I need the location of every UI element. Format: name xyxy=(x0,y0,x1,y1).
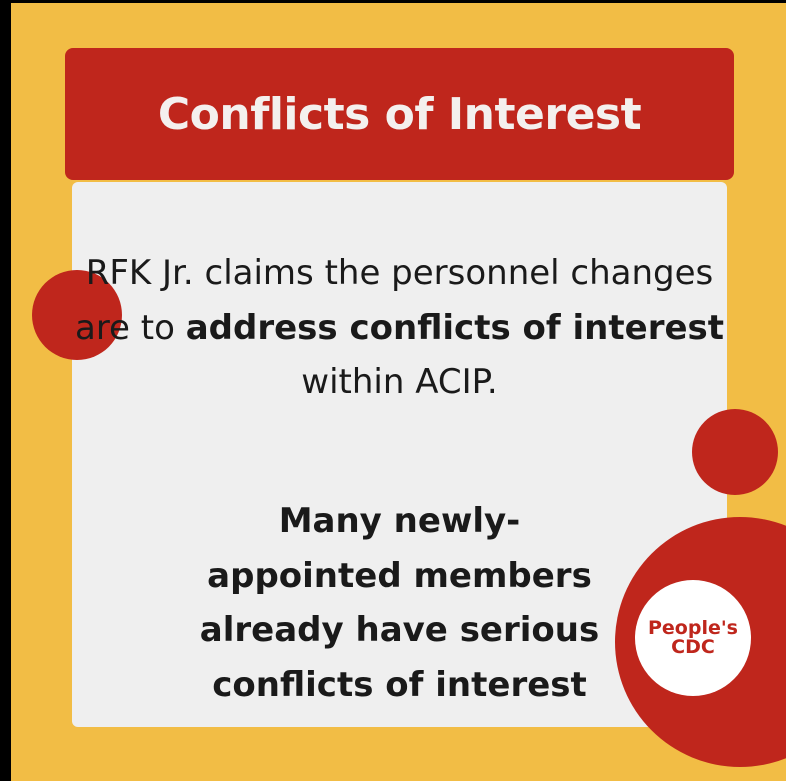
claim-paragraph: RFK Jr. claims the personnel changes are… xyxy=(72,246,727,410)
rebuttal-paragraph: Many newly-appointed members already hav… xyxy=(199,501,600,705)
logo-line2: CDC xyxy=(671,636,715,658)
page-title: Conflicts of Interest xyxy=(157,88,642,140)
claim-text-end: within ACIP. xyxy=(301,362,498,402)
claim-emphasis: address conflicts of interest xyxy=(185,307,725,348)
title-banner: Conflicts of Interest xyxy=(65,48,734,180)
peoples-cdc-logo: People's CDC xyxy=(635,580,751,696)
decorative-circle-right-small xyxy=(692,409,778,495)
